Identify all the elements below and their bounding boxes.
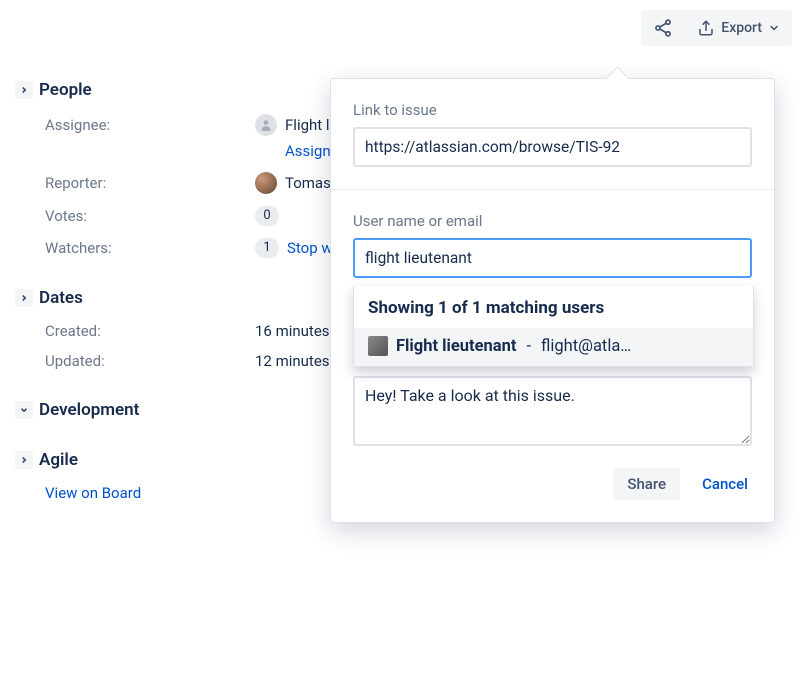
chevron-right-icon: [15, 451, 33, 469]
autocomplete-item[interactable]: Flight lieutenant - flight@atla…: [354, 328, 753, 366]
chevron-down-icon: [768, 22, 780, 34]
watchers-label: Watchers:: [45, 239, 255, 257]
export-button[interactable]: Export: [685, 10, 792, 46]
people-title: People: [39, 80, 92, 100]
link-to-issue-input[interactable]: [353, 127, 752, 167]
avatar: [368, 336, 388, 356]
autocomplete-item-name: Flight lieutenant: [396, 337, 516, 356]
watchers-count: 1: [255, 238, 279, 258]
export-icon: [697, 19, 715, 37]
autocomplete-header: Showing 1 of 1 matching users: [354, 286, 753, 328]
votes-count: 0: [255, 206, 279, 226]
votes-label: Votes:: [45, 207, 255, 225]
updated-label: Updated:: [45, 352, 255, 370]
cancel-button[interactable]: Cancel: [698, 468, 752, 500]
chevron-right-icon: [15, 289, 33, 307]
share-dialog: Link to issue User name or email Showing…: [330, 78, 775, 523]
share-icon: [653, 18, 673, 38]
share-submit-button[interactable]: Share: [613, 468, 680, 500]
avatar: [255, 114, 277, 136]
note-textarea[interactable]: [353, 376, 752, 446]
autocomplete-item-email: flight@atla…: [541, 337, 631, 356]
created-label: Created:: [45, 322, 255, 340]
username-input[interactable]: [353, 238, 752, 278]
agile-title: Agile: [39, 450, 78, 470]
divider: [331, 189, 774, 190]
link-to-issue-label: Link to issue: [353, 101, 752, 119]
assignee-label: Assignee:: [45, 116, 255, 134]
chevron-down-icon: [15, 401, 33, 419]
dates-title: Dates: [39, 288, 83, 308]
autocomplete-dropdown: Showing 1 of 1 matching users Flight lie…: [353, 286, 754, 367]
avatar: [255, 172, 277, 194]
chevron-right-icon: [15, 81, 33, 99]
share-button[interactable]: [641, 10, 685, 46]
export-label: Export: [721, 20, 762, 36]
reporter-label: Reporter:: [45, 174, 255, 192]
development-title: Development: [39, 400, 139, 420]
username-label: User name or email: [353, 212, 752, 230]
